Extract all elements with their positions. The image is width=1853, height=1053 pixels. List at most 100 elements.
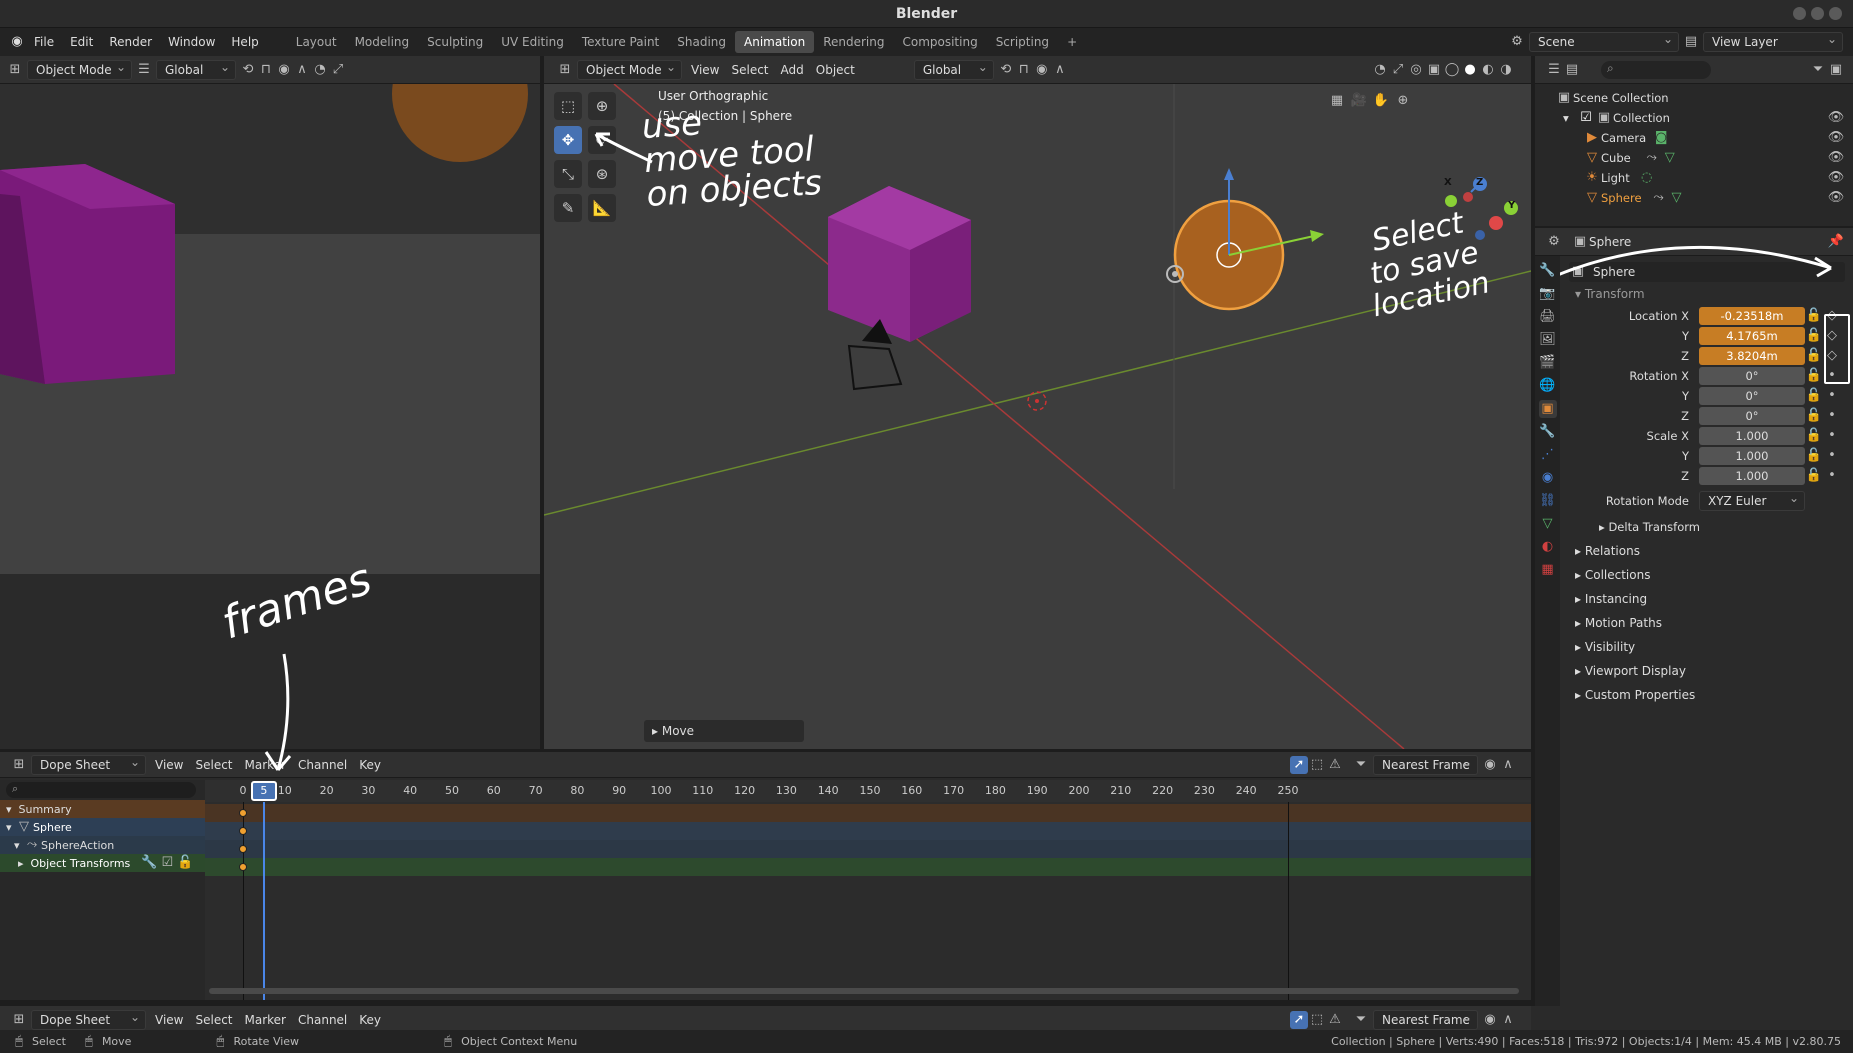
world-tab-icon[interactable]: 🌐 xyxy=(1539,377,1557,395)
physics-tab-icon[interactable]: ◉ xyxy=(1539,469,1557,487)
solid-shading-icon[interactable]: ● xyxy=(1461,61,1479,79)
tab-modeling[interactable]: Modeling xyxy=(346,31,419,53)
scrollbar[interactable] xyxy=(205,988,1531,994)
eye-icon[interactable]: 👁 xyxy=(1827,129,1845,147)
outliner-item-cube[interactable]: ▽ Cube ⤳ ▽ 👁 xyxy=(1555,148,1853,168)
relations-panel[interactable]: ▸ Relations xyxy=(1561,539,1853,563)
keyframe-marker[interactable] xyxy=(239,845,247,853)
grid-icon[interactable]: ▦ xyxy=(1328,92,1346,110)
channel-sphere[interactable]: ▾ ▽ Sphere xyxy=(0,818,205,836)
playhead-line[interactable] xyxy=(262,802,265,1000)
wrench-icon[interactable]: 🔧 xyxy=(140,854,158,872)
keyframe-marker[interactable] xyxy=(239,827,247,835)
eye-icon[interactable]: 👁 xyxy=(1827,149,1845,167)
left-orientation-dropdown[interactable]: Global xyxy=(156,58,236,80)
eye-icon[interactable]: 👁 xyxy=(1827,169,1845,187)
instancing-panel[interactable]: ▸ Instancing xyxy=(1561,587,1853,611)
annotate-tool[interactable]: ✎ xyxy=(554,194,582,222)
scene-selector[interactable]: Scene xyxy=(1529,30,1679,52)
scene-tab-icon[interactable]: 🎬 xyxy=(1539,354,1557,372)
viewport-falloff-icon[interactable]: ∧ xyxy=(1051,61,1069,79)
channel-summary[interactable]: ▾ Summary xyxy=(0,800,205,818)
viewport-editor-type-icon[interactable]: ⊞ xyxy=(556,61,574,79)
tab-layout[interactable]: Layout xyxy=(287,31,346,53)
rotation-mode-dropdown[interactable]: XYZ Euler xyxy=(1699,489,1805,511)
show-hidden-icon[interactable]: ⬚ xyxy=(1308,1011,1326,1029)
location-y-field[interactable]: 4.1765m xyxy=(1699,327,1805,345)
outliner-item-sphere[interactable]: ▽ Sphere ⤳ ▽ 👁 xyxy=(1555,188,1853,208)
channel-sphere-action[interactable]: ▾ ⤳ SphereAction xyxy=(0,836,205,854)
new-collection-icon[interactable]: ▣ xyxy=(1827,61,1845,79)
keyframe-area[interactable] xyxy=(205,802,1531,1000)
tab-uv-editing[interactable]: UV Editing xyxy=(492,31,573,53)
texture-tab-icon[interactable]: ▦ xyxy=(1539,561,1557,579)
viewport-menu-add[interactable]: Add xyxy=(775,60,810,80)
overlay-icon[interactable]: ◎ xyxy=(1407,61,1425,79)
viewport-proportional-icon[interactable]: ◉ xyxy=(1033,61,1051,79)
scale-x-field[interactable]: 1.000 xyxy=(1699,427,1805,445)
constraints-tab-icon[interactable]: ⛓ xyxy=(1539,492,1557,510)
proportional-icon[interactable]: ◉ xyxy=(275,61,293,79)
keyframe-marker[interactable] xyxy=(239,809,247,817)
keyframe-dot-icon[interactable]: • xyxy=(1823,467,1841,485)
proportional-edit-icon[interactable]: ◉ xyxy=(1481,1011,1499,1029)
zoom-icon[interactable]: ⊕ xyxy=(1394,92,1412,110)
xray-icon[interactable]: ▣ xyxy=(1425,61,1443,79)
expand-icon[interactable]: ▾ xyxy=(1563,111,1577,125)
scale-z-field[interactable]: 1.000 xyxy=(1699,467,1805,485)
snap-dropdown[interactable]: Nearest Frame xyxy=(1373,1008,1478,1030)
viewport-menu-select[interactable]: Select xyxy=(725,60,774,80)
visibility-panel[interactable]: ▸ Visibility xyxy=(1561,635,1853,659)
lock-icon[interactable]: 🔓 xyxy=(1805,427,1823,445)
rotation-x-field[interactable]: 0° xyxy=(1699,367,1805,385)
outliner-scene-collection[interactable]: ▣ Scene Collection xyxy=(1555,88,1853,108)
cursor-tool[interactable]: ⊕ xyxy=(588,92,616,120)
only-selected-icon[interactable]: ➚ xyxy=(1290,755,1308,774)
tab-compositing[interactable]: Compositing xyxy=(893,31,986,53)
maximize-button[interactable] xyxy=(1811,7,1824,20)
checkbox-icon[interactable]: ☑ xyxy=(1577,109,1595,127)
dopesheet-menu-select[interactable]: Select xyxy=(189,1010,238,1030)
dopesheet-menu-key[interactable]: Key xyxy=(353,755,387,775)
outliner-item-light[interactable]: ☀ Light ◌ 👁 xyxy=(1555,168,1853,188)
3d-viewport[interactable]: User Orthographic (5) Collection | Spher… xyxy=(544,84,1531,749)
current-frame-indicator[interactable]: 5 xyxy=(250,781,277,801)
output-tab-icon[interactable]: 🖨 xyxy=(1539,308,1557,326)
object-tab-icon[interactable]: ▣ xyxy=(1538,400,1557,418)
keyframe-dot-icon[interactable]: • xyxy=(1823,427,1841,445)
move-tool[interactable]: ✥ xyxy=(554,126,582,154)
channel-search-input[interactable]: ⌕ xyxy=(6,782,196,798)
lock-icon[interactable]: 🔓 xyxy=(176,854,194,872)
pivot-icon[interactable]: ⟲ xyxy=(239,61,257,79)
data-tab-icon[interactable]: ▽ xyxy=(1539,515,1557,533)
only-selected-icon[interactable]: ➚ xyxy=(1290,1010,1308,1029)
errors-only-icon[interactable]: ⚠ xyxy=(1326,1011,1344,1029)
material-tab-icon[interactable]: ◐ xyxy=(1539,538,1557,556)
outliner-item-camera[interactable]: ▶ Camera ◙ 👁 xyxy=(1555,128,1853,148)
viewport-snap-icon[interactable]: ⊓ xyxy=(1015,61,1033,79)
snap-icon[interactable]: ⊓ xyxy=(257,61,275,79)
lock-icon[interactable]: 🔓 xyxy=(1805,347,1823,365)
lock-icon[interactable]: 🔓 xyxy=(1805,367,1823,385)
gizmo-icon[interactable]: ⤢ xyxy=(329,61,347,79)
left-mode-dropdown[interactable]: Object Mode xyxy=(27,58,132,80)
dopesheet-editor-icon[interactable]: ⊞ xyxy=(10,756,28,774)
add-workspace-icon[interactable]: + xyxy=(1058,31,1086,53)
blender-logo-icon[interactable]: ◉ xyxy=(8,33,26,51)
keyframe-dot-icon[interactable]: • xyxy=(1823,407,1841,425)
minimize-button[interactable] xyxy=(1793,7,1806,20)
viewport-pivot-icon[interactable]: ⟲ xyxy=(997,61,1015,79)
select-box-tool[interactable]: ⬚ xyxy=(554,92,582,120)
snap-dropdown[interactable]: Nearest Frame xyxy=(1373,753,1478,775)
camera-view-icon[interactable]: 🎥 xyxy=(1350,92,1368,110)
dopesheet-menu-view[interactable]: View xyxy=(149,1010,189,1030)
modifier-tab-icon[interactable]: 🔧 xyxy=(1539,423,1557,441)
dopesheet-mode-dropdown[interactable]: Dope Sheet xyxy=(31,1008,146,1030)
keyframe-marker[interactable] xyxy=(239,863,247,871)
rotation-y-field[interactable]: 0° xyxy=(1699,387,1805,405)
dopesheet-menu-key[interactable]: Key xyxy=(353,1010,387,1030)
lock-icon[interactable]: 🔓 xyxy=(1805,467,1823,485)
visibility-icon[interactable]: ◔ xyxy=(311,61,329,79)
menu-file[interactable]: File xyxy=(26,28,62,56)
lock-icon[interactable]: 🔓 xyxy=(1805,387,1823,405)
